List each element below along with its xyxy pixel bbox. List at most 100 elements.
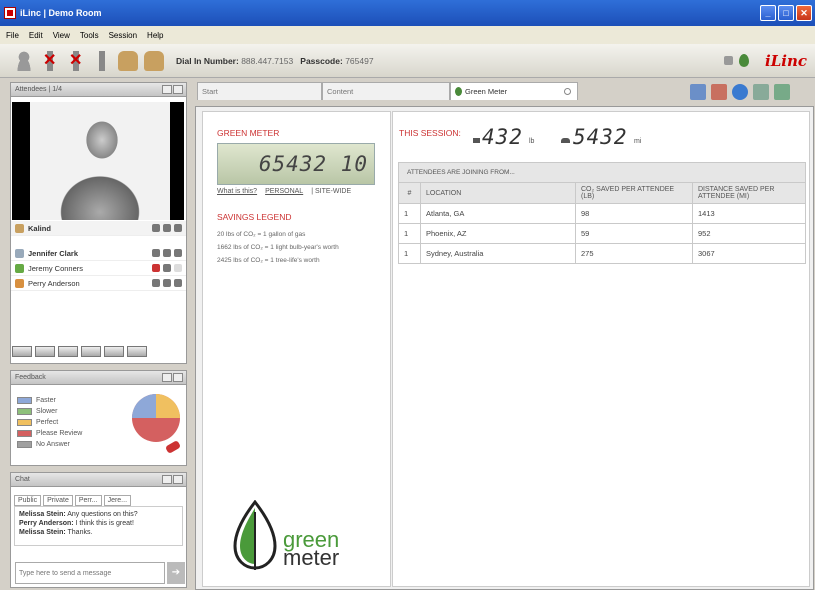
lock-icon: [163, 264, 171, 272]
close-tab-icon[interactable]: [564, 88, 571, 95]
table-row: 1 Sydney, Australia 275 3067: [398, 243, 806, 264]
feedback-label: Perfect: [36, 419, 59, 426]
menu-file[interactable]: File: [6, 31, 19, 40]
green-meter-sidebar: GREEN METER 65432 10 What is this? PERSO…: [202, 111, 391, 587]
feedback-header: Feedback: [11, 371, 186, 385]
dial-number: 888.447.7153: [241, 55, 294, 66]
control-button[interactable]: [81, 346, 101, 357]
panel-maximize-button[interactable]: [173, 373, 183, 382]
tab-content[interactable]: Content: [322, 82, 450, 100]
feedback-pie-chart: [132, 394, 180, 442]
attendee-locations: ATTENDEES ARE JOINING FROM... # LOCATION…: [398, 162, 806, 264]
video-icon: [174, 224, 182, 232]
sitewide-link[interactable]: | SITE-WIDE: [311, 188, 351, 195]
web-icon[interactable]: [732, 84, 748, 100]
list-item[interactable]: Jennifer Clark: [11, 246, 186, 261]
tab-green-meter[interactable]: Green Meter: [450, 82, 578, 100]
menu-view[interactable]: View: [53, 31, 70, 40]
panel-minimize-button[interactable]: [162, 475, 172, 484]
feedback-panel: Feedback Faster Slower Perfect Please Revie…: [10, 370, 187, 466]
tab-start[interactable]: Start: [197, 82, 322, 100]
whiteboard-icon[interactable]: [690, 84, 706, 100]
list-item[interactable]: Jeremy Conners: [11, 261, 186, 276]
toolbar: Dial In Number: 888.447.7153 Passcode: 7…: [0, 44, 815, 78]
chat-tab-perry[interactable]: Perr...: [74, 495, 102, 506]
brand-logo: iLinc: [765, 52, 807, 70]
panel-minimize-button[interactable]: [162, 85, 172, 94]
feedback-label: Please Review: [36, 430, 83, 437]
color-swatch: [17, 419, 32, 426]
pie-faster: [132, 394, 156, 418]
attendee-list: Kalind Jennifer Clark Jeremy Conners Per…: [11, 221, 186, 291]
this-session-label: THIS SESSION:: [399, 128, 461, 138]
chat-tab-public[interactable]: Public: [14, 495, 42, 506]
attendee-name: Perry Anderson: [28, 278, 80, 288]
attendees-title: Attendees | 1/4: [15, 86, 62, 93]
column-header: DISTANCE SAVED PER ATTENDEE (MI): [692, 182, 806, 204]
video-feed: [12, 102, 184, 220]
control-button[interactable]: [58, 346, 78, 357]
legend-item: 2425 lbs of CO₂ = 1 tree-life's worth: [217, 257, 320, 264]
minimize-button[interactable]: _: [760, 5, 776, 21]
personal-link[interactable]: PERSONAL: [265, 188, 303, 195]
panel-maximize-button[interactable]: [173, 475, 183, 484]
lbs-unit: lb: [529, 138, 535, 145]
feedback-label: Slower: [36, 408, 58, 415]
miles-unit: mi: [634, 138, 642, 145]
chat-input[interactable]: [15, 562, 165, 584]
away-icon[interactable]: [144, 50, 164, 71]
control-button[interactable]: [127, 346, 147, 357]
attendee-name: Jeremy Conners: [28, 263, 84, 273]
chat-tab-jeremy[interactable]: Jere...: [103, 495, 132, 506]
close-button[interactable]: ✕: [796, 5, 812, 21]
panel-minimize-button[interactable]: [162, 373, 172, 382]
phone-icon[interactable]: [92, 50, 112, 71]
raise-hand-icon[interactable]: [118, 50, 138, 71]
presenter-icon: [15, 223, 24, 233]
user-icon: [15, 278, 24, 288]
locations-table: # LOCATION CO₂ SAVED PER ATTENDEE (LB) D…: [398, 182, 806, 264]
what-is-this-link[interactable]: What is this?: [217, 188, 257, 195]
control-button[interactable]: [12, 346, 32, 357]
color-swatch: [17, 430, 32, 437]
list-item[interactable]: Perry Anderson: [11, 276, 186, 291]
car-icon: [561, 138, 570, 143]
user-icon: [15, 263, 24, 273]
poll-icon[interactable]: [753, 84, 769, 100]
dial-label: Dial In Number:: [176, 55, 239, 66]
video-icon: [174, 279, 182, 287]
table-row: 1 Atlanta, GA 98 1413: [398, 203, 806, 224]
attendee-controls: [12, 346, 187, 360]
menu-help[interactable]: Help: [147, 31, 163, 40]
person-icon[interactable]: [14, 50, 34, 71]
chat-tab-private[interactable]: Private: [43, 495, 73, 506]
headset-icon[interactable]: [66, 50, 86, 71]
headset-icon: [152, 224, 160, 232]
table-row: 1 Phoenix, AZ 59 952: [398, 223, 806, 244]
control-button[interactable]: [104, 346, 124, 357]
chat-messages: Melissa Stein: Any questions on this? Pe…: [14, 506, 183, 546]
mute-mic-icon[interactable]: [40, 50, 60, 71]
maximize-button[interactable]: □: [778, 5, 794, 21]
chat-message: Melissa Stein: Thanks.: [19, 529, 93, 536]
headset-icon: [152, 249, 160, 257]
chat-header: Chat: [11, 473, 186, 487]
green-meter-icon[interactable]: [739, 54, 749, 67]
control-button[interactable]: [35, 346, 55, 357]
chat-message: Perry Anderson: I think this is great!: [19, 520, 134, 527]
logo-text-meter: meter: [283, 545, 340, 570]
menu-session[interactable]: Session: [109, 31, 137, 40]
passcode: 765497: [345, 55, 374, 66]
share-icon[interactable]: [711, 84, 727, 100]
list-item[interactable]: Kalind: [11, 221, 186, 236]
leaf-icon: [455, 87, 462, 96]
video-icon: [174, 264, 182, 272]
lock-icon: [163, 249, 171, 257]
menu-edit[interactable]: Edit: [29, 31, 43, 40]
session-panel: THIS SESSION: 432 lb 5432 mi ATTENDEES A…: [392, 111, 810, 587]
lock-icon: [163, 279, 171, 287]
save-icon[interactable]: [774, 84, 790, 100]
menu-tools[interactable]: Tools: [80, 31, 99, 40]
send-button[interactable]: ➔: [167, 562, 185, 584]
panel-maximize-button[interactable]: [173, 85, 183, 94]
